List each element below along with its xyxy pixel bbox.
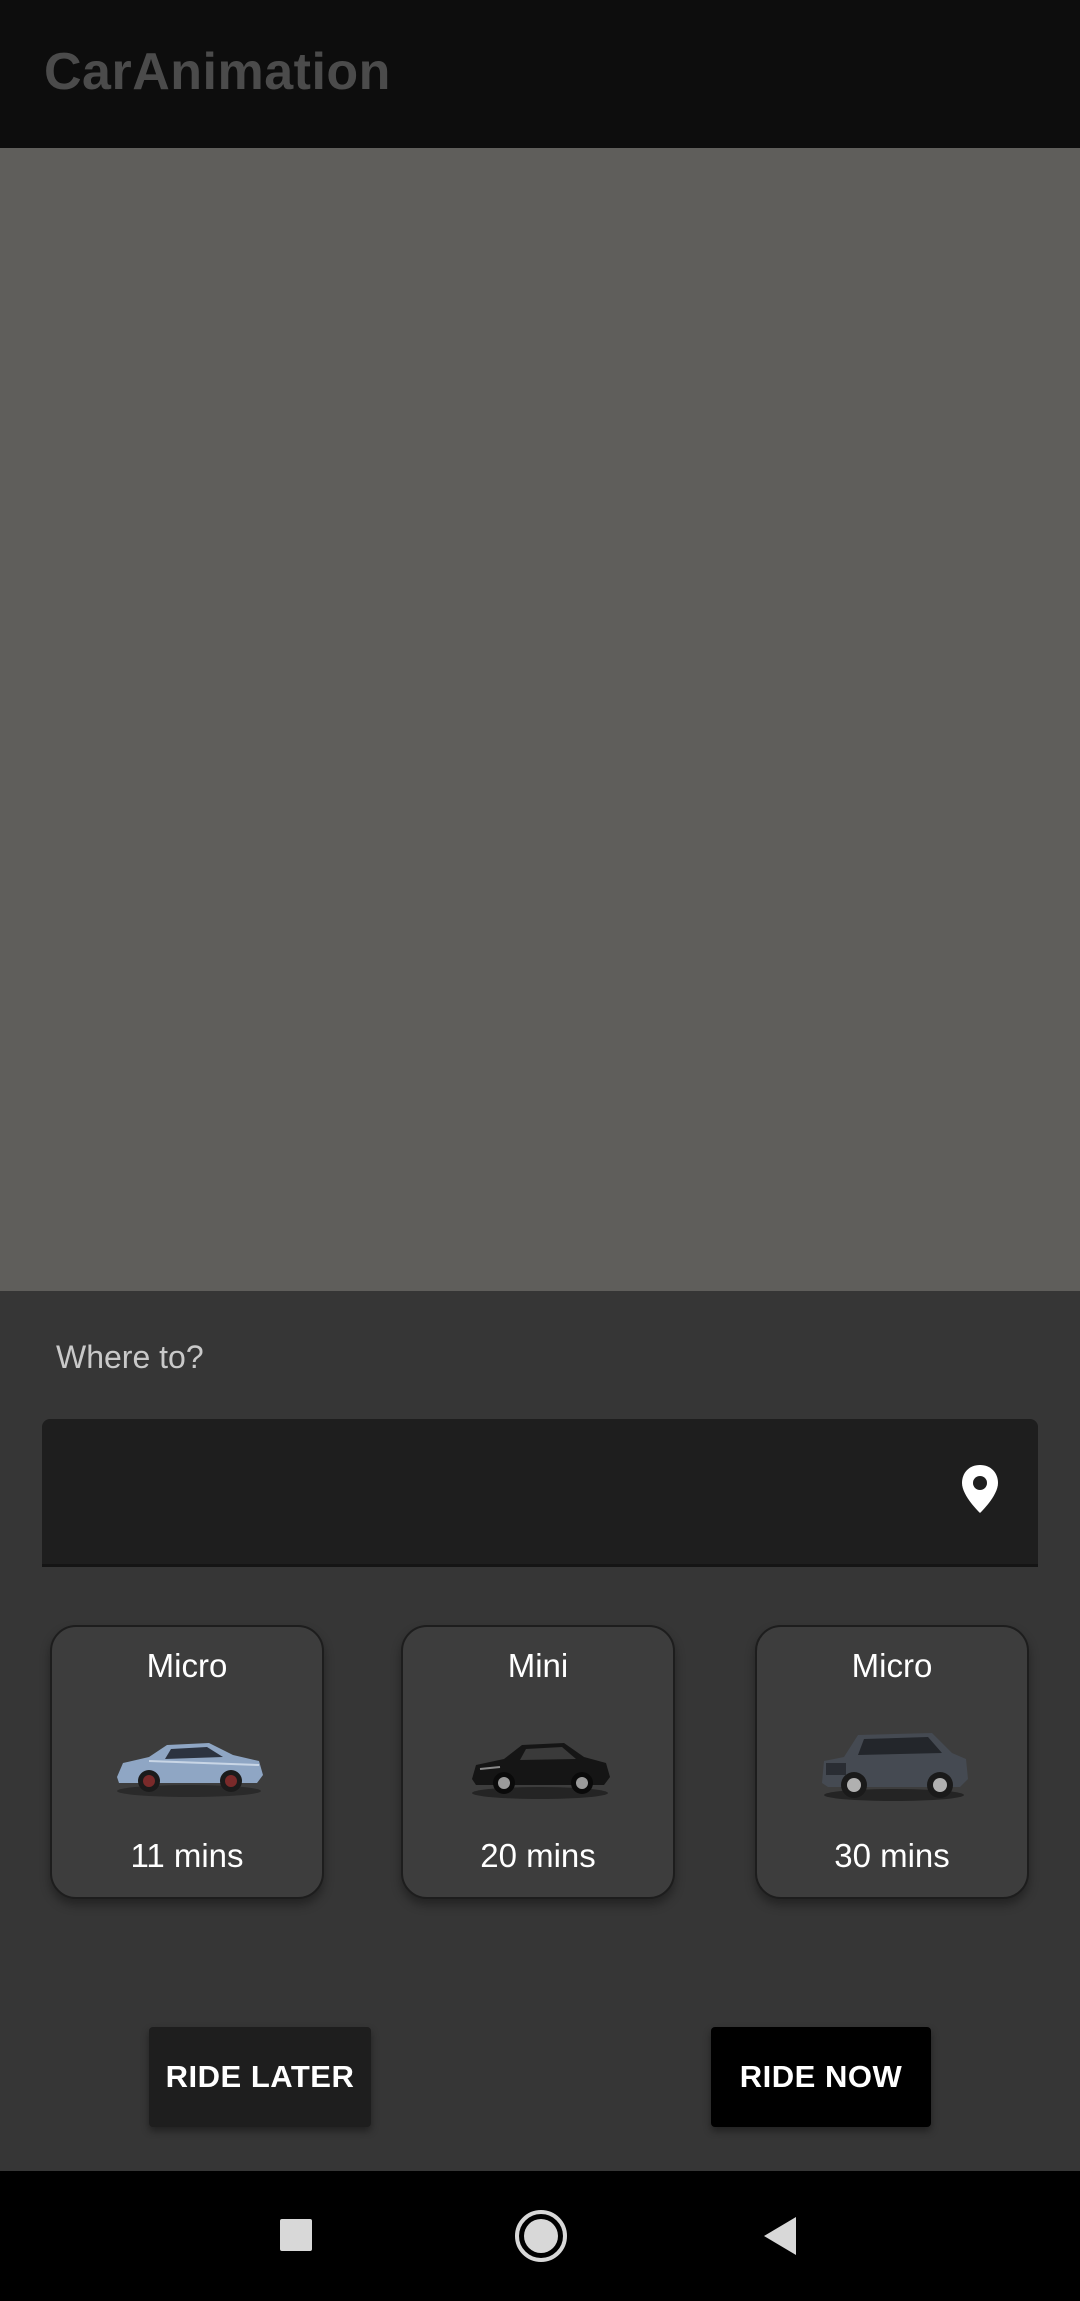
ride-option-card[interactable]: Mini 20 mins xyxy=(401,1625,675,1899)
app-bar: CarAnimation xyxy=(0,0,1080,148)
system-navigation-bar xyxy=(0,2171,1080,2301)
ride-option-card[interactable]: Micro 11 mins xyxy=(50,1625,324,1899)
ride-option-eta: 20 mins xyxy=(480,1837,596,1874)
map-view[interactable] xyxy=(0,148,1080,1291)
ride-option-eta: 11 mins xyxy=(130,1837,244,1874)
destination-input[interactable] xyxy=(66,1449,930,1531)
back-triangle-icon[interactable] xyxy=(760,2209,800,2263)
map-pin-icon[interactable] xyxy=(950,1459,1010,1519)
suv-car-icon xyxy=(822,1733,968,1801)
ride-option-name: Micro xyxy=(146,1647,228,1684)
ride-later-button[interactable]: RIDE LATER xyxy=(149,2027,371,2127)
booking-sheet: Where to? Micro 11 mins Mini 20 mins Mic… xyxy=(0,1291,1080,2171)
ride-now-button[interactable]: RIDE NOW xyxy=(711,2027,931,2127)
home-circle-icon[interactable] xyxy=(514,2209,568,2263)
ride-option-card[interactable]: Micro 30 mins xyxy=(755,1625,1029,1899)
app-title: CarAnimation xyxy=(44,43,391,101)
app-screen: CarAnimation Where to? Micro 11 mins Min… xyxy=(0,0,1080,2301)
ride-option-name: Micro xyxy=(851,1647,933,1684)
destination-label: Where to? xyxy=(56,1339,204,1375)
destination-field[interactable] xyxy=(42,1419,1038,1567)
sedan-car-icon xyxy=(472,1743,610,1799)
sports-car-icon xyxy=(117,1743,263,1797)
ride-option-name: Mini xyxy=(507,1647,569,1684)
recents-square-icon[interactable] xyxy=(278,2209,314,2263)
ride-option-eta: 30 mins xyxy=(834,1837,950,1874)
